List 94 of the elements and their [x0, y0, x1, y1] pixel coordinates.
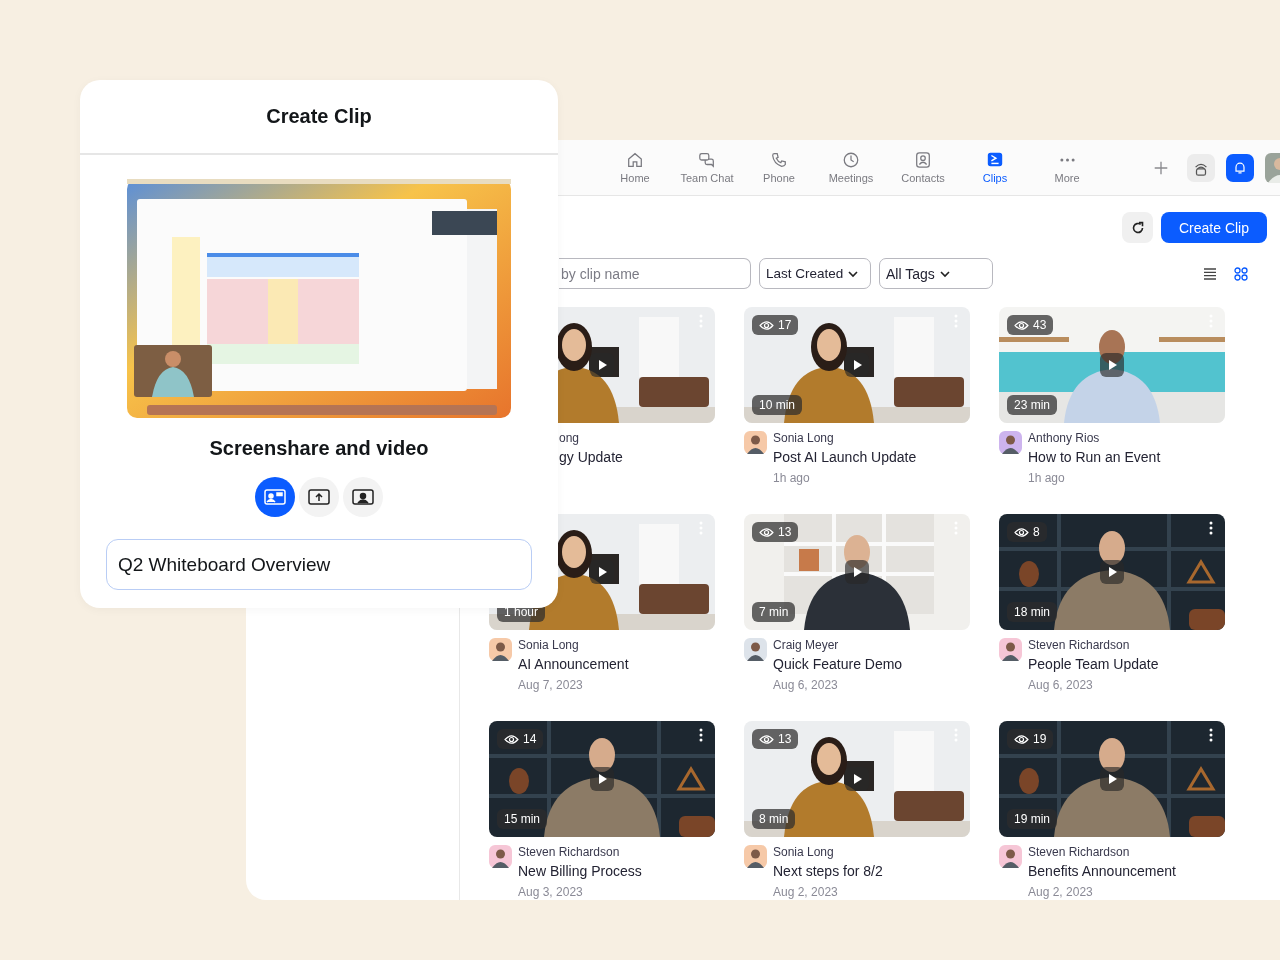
- clip-date: Aug 3, 2023: [518, 884, 584, 900]
- eye-icon: [759, 733, 774, 745]
- refresh-button[interactable]: [1122, 212, 1153, 243]
- author-name: Craig Meyer: [773, 638, 840, 653]
- grid-view-icon[interactable]: [1233, 265, 1249, 282]
- clip-date: Aug 6, 2023: [773, 677, 839, 693]
- phone-icon: [770, 151, 788, 169]
- nav-tab[interactable]: Meetings: [815, 151, 887, 184]
- eye-icon: [759, 526, 774, 538]
- duration-badge: 8 min: [752, 809, 796, 829]
- more-icon[interactable]: [1209, 521, 1213, 535]
- nav-tab[interactable]: Clips: [959, 151, 1031, 184]
- clip-title[interactable]: gy Update: [559, 448, 623, 466]
- author-avatar: [489, 845, 512, 868]
- author-avatar: [999, 845, 1022, 868]
- clip-title[interactable]: New Billing Process: [518, 862, 642, 880]
- clip-title[interactable]: People Team Update: [1028, 655, 1159, 673]
- list-view-icon[interactable]: [1202, 265, 1218, 282]
- mode-button[interactable]: [299, 477, 339, 517]
- author-name: Steven Richardson: [1028, 638, 1131, 653]
- clip-icon: [986, 151, 1004, 169]
- eye-icon: [759, 319, 774, 331]
- eye-icon: [504, 733, 519, 745]
- chat-icon: [698, 151, 716, 169]
- clip-title[interactable]: How to Run an Event: [1028, 448, 1161, 466]
- author-name: Sonia Long: [773, 431, 835, 446]
- author-avatar: [744, 845, 767, 868]
- clip-date: Aug 2, 2023: [1028, 884, 1094, 900]
- notification-button[interactable]: [1226, 153, 1254, 182]
- more-icon: [1059, 158, 1075, 162]
- duration-badge: 23 min: [1007, 395, 1058, 415]
- nav-tab[interactable]: Contacts: [887, 151, 959, 184]
- more-icon[interactable]: [1209, 728, 1213, 742]
- nav-tab[interactable]: Home: [599, 151, 671, 184]
- clip-title[interactable]: Post AI Launch Update: [773, 448, 917, 466]
- author-avatar: [489, 638, 512, 661]
- search-field[interactable]: by clip name: [559, 258, 751, 289]
- author-avatar: [999, 431, 1022, 454]
- duration-badge: 10 min: [752, 395, 803, 415]
- clip-date: Aug 2, 2023: [773, 884, 839, 900]
- author-name: Sonia Long: [518, 638, 580, 653]
- duration-badge: 18 min: [1007, 602, 1058, 622]
- author-avatar: [744, 638, 767, 661]
- view-count-text: 13: [778, 732, 792, 746]
- nav-tab[interactable]: Phone: [743, 151, 815, 184]
- screen-with-person-icon: [264, 488, 286, 506]
- duration-badge: 15 min: [497, 809, 548, 829]
- view-count-text: 13: [778, 525, 792, 539]
- eye-icon: [1014, 526, 1029, 538]
- clip-date: 1h ago: [773, 470, 811, 486]
- mode-button[interactable]: [343, 477, 383, 517]
- contact-icon: [914, 151, 932, 169]
- author-name: Steven Richardson: [518, 845, 621, 860]
- nav-tab[interactable]: More: [1031, 151, 1103, 184]
- clip-name-field[interactable]: Q2 Whiteboard Overview: [106, 539, 532, 590]
- author-name: Anthony Rios: [1028, 431, 1101, 446]
- clip-date: Aug 7, 2023: [518, 677, 584, 693]
- duration-badge: 19 min: [1007, 809, 1058, 829]
- play-button[interactable]: [1100, 560, 1124, 584]
- eye-icon: [1014, 733, 1029, 745]
- author-name: ong: [559, 431, 581, 446]
- nav-tab[interactable]: Team Chat: [671, 151, 743, 184]
- clip-title[interactable]: AI Announcement: [518, 655, 629, 673]
- view-count-text: 17: [778, 318, 792, 332]
- clip-date: 1h ago: [1028, 470, 1066, 486]
- device-button[interactable]: [1187, 153, 1215, 182]
- eye-icon: [1014, 319, 1029, 331]
- person-frame-icon: [352, 488, 374, 506]
- panel-title: Create Clip: [266, 105, 372, 128]
- author-name: Steven Richardson: [1028, 845, 1131, 860]
- clip-title[interactable]: Benefits Announcement: [1028, 862, 1176, 880]
- author-name: Sonia Long: [773, 845, 835, 860]
- more-icon[interactable]: [699, 728, 703, 742]
- play-button[interactable]: [590, 767, 614, 791]
- play-button[interactable]: [1100, 353, 1124, 377]
- author-avatar: [744, 431, 767, 454]
- sort-dropdown[interactable]: Last Created: [759, 258, 871, 289]
- clip-title[interactable]: Quick Feature Demo: [773, 655, 903, 673]
- play-button[interactable]: [1100, 767, 1124, 791]
- view-count-text: 14: [523, 732, 537, 746]
- play-button[interactable]: [845, 560, 869, 584]
- clock-icon: [842, 151, 860, 169]
- mode-label: Screenshare and video: [209, 436, 429, 460]
- view-count-text: 19: [1033, 732, 1047, 746]
- upload-screen-icon: [308, 488, 330, 506]
- duration-badge: 7 min: [752, 602, 796, 622]
- view-count-text: 43: [1033, 318, 1047, 332]
- author-avatar: [999, 638, 1022, 661]
- clip-date: Aug 6, 2023: [1028, 677, 1094, 693]
- clip-title[interactable]: Next steps for 8/2: [773, 862, 883, 880]
- tags-dropdown[interactable]: All Tags: [879, 258, 993, 289]
- view-count-text: 8: [1033, 525, 1040, 539]
- create-clip-button[interactable]: Create Clip: [1161, 212, 1267, 243]
- home-icon: [626, 151, 644, 169]
